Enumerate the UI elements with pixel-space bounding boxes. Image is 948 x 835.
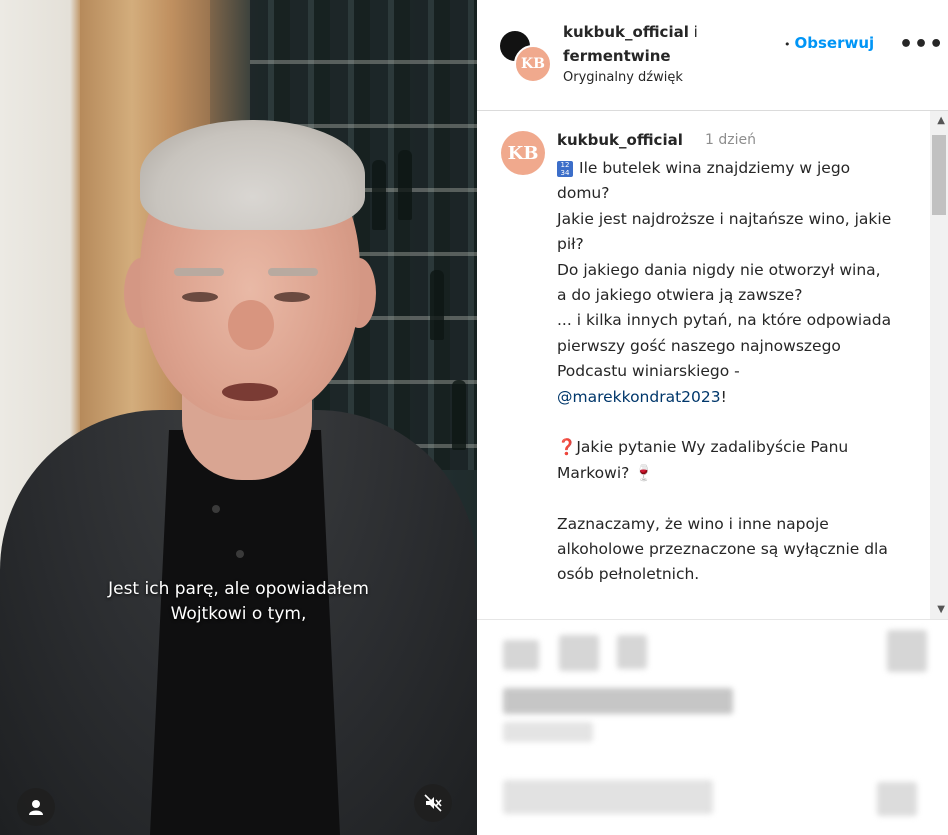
person-mouth — [222, 383, 278, 401]
follow-label: Obserwuj — [794, 34, 875, 52]
caption-section: KB kukbuk_official 1 dzień 12 34 Ile butel… — [477, 111, 948, 620]
person-eyebrow — [268, 268, 318, 276]
scroll-down-icon[interactable]: ▼ — [937, 604, 945, 615]
caption-punctuation: ! — [720, 387, 727, 406]
caption-line: ... i kilka innych pytań, na które odpow… — [557, 311, 892, 381]
person-eyebrow — [174, 268, 224, 276]
blurred-block — [503, 722, 593, 742]
header-separator: • — [784, 38, 791, 51]
audio-link[interactable]: Oryginalny dźwięk — [563, 70, 683, 85]
user-icon — [29, 800, 43, 815]
shirt-button — [212, 505, 220, 513]
background-bottle — [398, 150, 412, 220]
caption-line: Jakie jest najdroższe i najtańsze wino, … — [557, 209, 892, 254]
blurred-block — [887, 630, 927, 672]
subtitle-line: Wojtkowi o tym, — [170, 604, 307, 624]
blurred-block — [617, 635, 647, 669]
background-bottle — [452, 380, 466, 450]
wine-emoji-icon: 🍷 — [634, 463, 654, 482]
author-link-fermentwine[interactable]: fermentwine — [563, 47, 671, 65]
caption-line: Jakie pytanie Wy zadalibyście Panu Marko… — [557, 438, 849, 482]
background-bottle — [372, 160, 386, 230]
blurred-block — [503, 688, 733, 714]
person-eye — [182, 292, 218, 302]
subtitle-line: Jest ich parę, ale opowiadałem — [108, 579, 369, 599]
shirt-button — [236, 550, 244, 558]
follow-button[interactable]: • Obserwuj — [784, 34, 874, 52]
caption-disclaimer: Zaznaczamy, że wino i inne napoje alkoho… — [557, 514, 888, 584]
post-side-panel: KB kukbuk_official i fermentwine Orygina… — [477, 0, 948, 835]
blurred-block — [503, 640, 539, 670]
background-bottle — [430, 270, 444, 340]
blurred-block — [503, 780, 713, 814]
caption-text: 12 34 Ile butelek wina znajdziemy w jego d… — [557, 156, 892, 588]
question-emoji-icon: ❓ — [557, 438, 577, 457]
video-player[interactable]: Jest ich parę, ale opowiadałem Wojtkowi … — [0, 0, 477, 835]
scroll-up-icon[interactable]: ▲ — [937, 115, 945, 126]
person-nose — [228, 300, 274, 350]
caption-avatar[interactable]: KB — [501, 131, 545, 175]
caption-line: Do jakiego dania nigdy nie otworzył wina… — [557, 260, 881, 305]
tagged-users-button[interactable] — [17, 788, 55, 826]
numbers-emoji-icon: 12 34 — [557, 161, 573, 177]
mention-link[interactable]: @marekkondrat2023 — [557, 388, 721, 406]
caption-timestamp[interactable]: 1 dzień — [705, 132, 756, 148]
caption-scrollbar[interactable]: ▲ ▼ — [930, 111, 948, 619]
caption-line: Ile butelek wina znajdziemy w jego domu? — [557, 159, 851, 203]
author-link-kukbuk[interactable]: kukbuk_official — [563, 23, 689, 41]
person-eye — [274, 292, 310, 302]
more-options-icon[interactable]: ••• — [899, 32, 944, 57]
person-shirt — [150, 430, 340, 835]
author-connector: i — [693, 23, 698, 41]
blurred-block — [877, 782, 917, 816]
scrollbar-thumb[interactable] — [932, 135, 946, 215]
caption-username[interactable]: kukbuk_official — [557, 131, 683, 149]
post-header: KB kukbuk_official i fermentwine Orygina… — [477, 0, 948, 111]
blurred-block — [559, 635, 599, 671]
person-hair — [140, 120, 365, 230]
avatar-kukbuk[interactable]: KB — [514, 45, 552, 83]
post-authors: kukbuk_official i fermentwine — [563, 20, 783, 68]
mute-button[interactable] — [414, 784, 452, 822]
muted-speaker-icon — [424, 794, 442, 812]
